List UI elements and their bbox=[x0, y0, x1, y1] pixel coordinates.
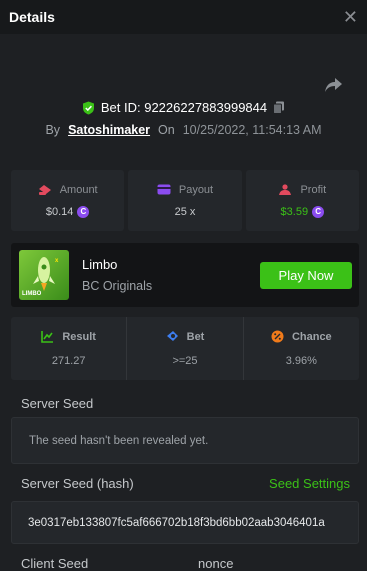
result-cell: Result 271.27 bbox=[11, 317, 126, 380]
bet-stats: Amount $0.14 C Payout 25 x Profit $3.59 … bbox=[11, 170, 359, 231]
bet-id-text: Bet ID: 92226227883999844 bbox=[100, 100, 268, 115]
svg-text:x: x bbox=[55, 258, 59, 264]
result-value: 271.27 bbox=[51, 355, 86, 367]
result-icon bbox=[41, 331, 54, 343]
server-seed-hash-label: Server Seed (hash) bbox=[21, 476, 134, 491]
server-seed-box: The seed hasn't been revealed yet. bbox=[11, 417, 359, 464]
chance-label: Chance bbox=[291, 330, 332, 343]
close-icon[interactable]: ✕ bbox=[343, 7, 358, 28]
payout-label: Payout bbox=[178, 183, 214, 196]
thumbnail-text: LIMBO bbox=[22, 291, 42, 297]
seed-settings-link[interactable]: Seed Settings bbox=[269, 476, 350, 491]
game-name: Limbo bbox=[82, 257, 118, 272]
copy-icon[interactable] bbox=[273, 101, 285, 114]
profit-icon bbox=[279, 183, 292, 195]
amount-value: $0.14 bbox=[45, 205, 74, 218]
result-panel: Result 271.27 Bet >=25 Chance 3.96% bbox=[11, 317, 359, 380]
game-provider: BC Originals bbox=[82, 279, 153, 293]
profit-stat: Profit $3.59 C bbox=[245, 170, 359, 231]
coin-icon: C bbox=[77, 205, 90, 218]
bet-datetime: 10/25/2022, 11:54:13 AM bbox=[182, 123, 322, 137]
profit-value: $3.59 bbox=[280, 205, 309, 218]
shield-check-icon bbox=[82, 101, 94, 114]
server-seed-hash-value: 3e0317eb133807fc5af666702b18f3bd6bb02aab… bbox=[28, 516, 325, 529]
server-seed-hash-box[interactable]: 3e0317eb133807fc5af666702b18f3bd6bb02aab… bbox=[11, 501, 359, 544]
bet-author-row: By Satoshimaker On 10/25/2022, 11:54:13 … bbox=[0, 123, 367, 137]
limbo-thumbnail[interactable]: x LIMBO bbox=[19, 250, 69, 300]
dialog-title: Details bbox=[9, 9, 55, 25]
play-now-button[interactable]: Play Now bbox=[260, 262, 352, 289]
by-label: By bbox=[45, 123, 61, 137]
profit-label: Profit bbox=[300, 183, 327, 196]
server-seed-label: Server Seed bbox=[21, 396, 94, 411]
amount-icon bbox=[38, 184, 51, 195]
bet-target-icon bbox=[166, 331, 178, 341]
bet-id-row: Bet ID: 92226227883999844 bbox=[0, 100, 367, 115]
game-card: x LIMBO Limbo BC Originals Play Now bbox=[11, 243, 359, 307]
result-label: Result bbox=[62, 330, 96, 343]
chance-value: 3.96% bbox=[285, 355, 317, 367]
nonce-label: nonce bbox=[198, 556, 234, 571]
on-label: On bbox=[158, 123, 175, 137]
server-seed-value: The seed hasn't been revealed yet. bbox=[29, 434, 209, 447]
bet-label: Bet bbox=[186, 330, 205, 343]
username-link[interactable]: Satoshimaker bbox=[68, 123, 150, 137]
chance-icon bbox=[271, 330, 284, 343]
share-icon[interactable] bbox=[323, 76, 343, 94]
client-seed-label: Client Seed bbox=[21, 556, 89, 571]
payout-stat: Payout 25 x bbox=[128, 170, 242, 231]
amount-label: Amount bbox=[59, 183, 98, 196]
amount-stat: Amount $0.14 C bbox=[11, 170, 125, 231]
bet-value: >=25 bbox=[172, 355, 198, 367]
payout-icon bbox=[157, 184, 171, 195]
bet-cell: Bet >=25 bbox=[126, 317, 242, 380]
coin-icon: C bbox=[312, 205, 325, 218]
details-header: Details ✕ bbox=[0, 0, 367, 34]
payout-value: 25 x bbox=[174, 205, 196, 218]
chance-cell: Chance 3.96% bbox=[242, 317, 359, 380]
